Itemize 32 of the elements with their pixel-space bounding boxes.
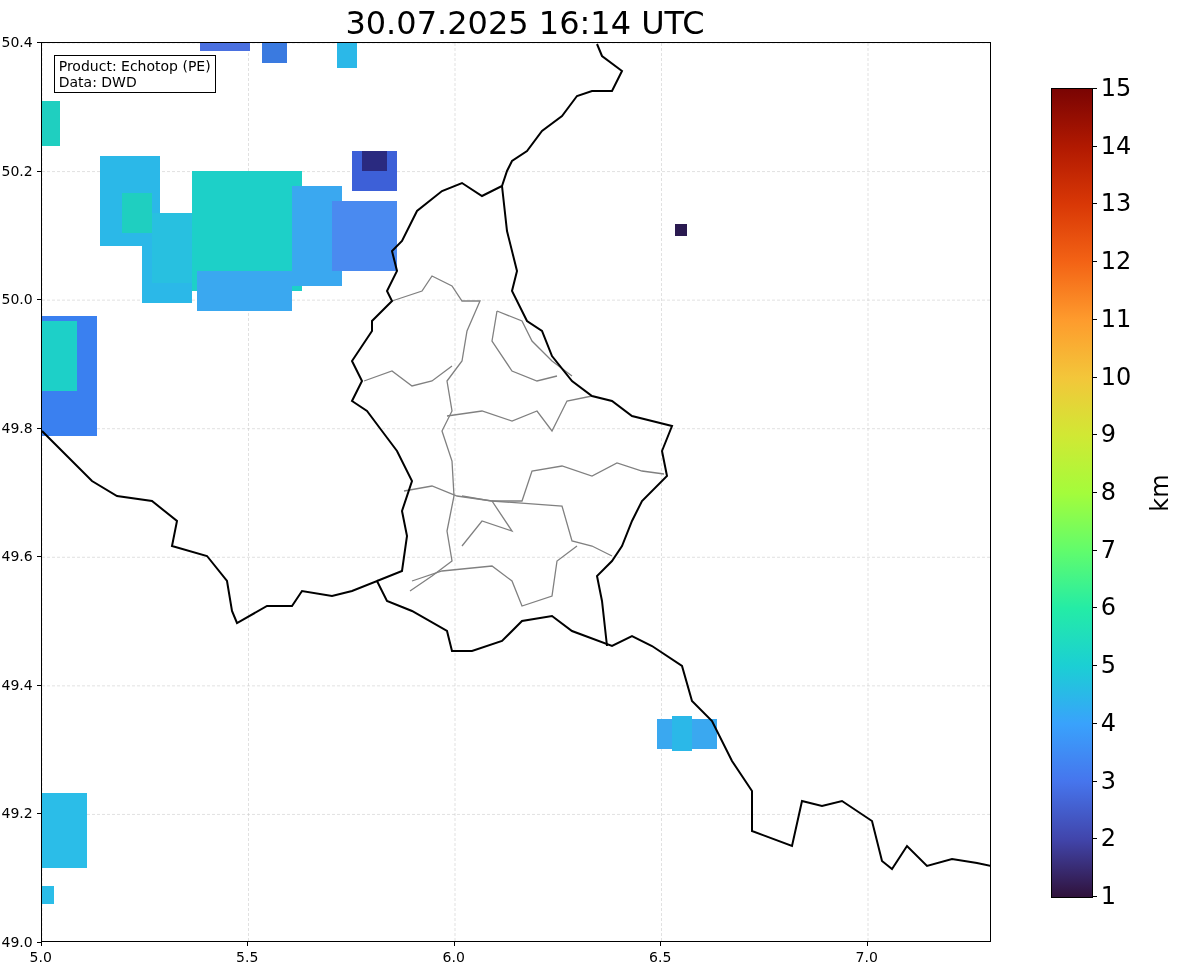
colorbar-tick-label: 15 [1100, 75, 1132, 101]
colorbar-tick-label: 11 [1100, 305, 1132, 332]
longitude-tick-label: 5.0 [28, 949, 53, 965]
colorbar-tick-label: 4 [1100, 709, 1116, 736]
colorbar-tick-label: 5 [1100, 652, 1116, 679]
colorbar-tick-label: 12 [1100, 248, 1132, 275]
colorbar-tick-label: 14 [1100, 132, 1132, 159]
latitude-tick-label: 50.2 [1, 162, 33, 179]
latitude-tick-label: 49.8 [1, 419, 33, 436]
colorbar-tick-label: 1 [1100, 883, 1116, 909]
colorbar-tick-label: 10 [1100, 363, 1132, 390]
info-text: Product: Echotop (PE) [58, 58, 211, 74]
longitude-tick-label: 6.5 [648, 949, 673, 965]
colorbar-tick-label: 2 [1100, 825, 1116, 852]
longitude-tick-label: 7.0 [854, 949, 879, 965]
colorbar-unit-label: km [1145, 474, 1174, 512]
chart-title: 30.07.2025 16:14 UTC [345, 3, 705, 39]
longitude-tick-label: 5.5 [235, 949, 260, 965]
colorbar-tick-label: 8 [1100, 479, 1116, 505]
latitude-tick-label: 49.6 [1, 548, 33, 565]
latitude-tick-label: 50.0 [1, 291, 33, 308]
info-text: Data: DWD [58, 74, 138, 90]
latitude-tick-label: 49.4 [1, 676, 33, 693]
longitude-tick-label: 6.0 [441, 949, 466, 965]
colorbar-tick-label: 3 [1100, 767, 1116, 794]
colorbar-tick-label: 7 [1100, 536, 1116, 563]
colorbar-tick-label: 9 [1100, 421, 1116, 448]
colorbar-tick-label: 13 [1100, 190, 1132, 217]
latitude-tick-label: 50.4 [1, 34, 33, 50]
latitude-tick-label: 49.0 [1, 934, 33, 950]
colorbar-tick-label: 6 [1100, 594, 1116, 621]
latitude-tick-label: 49.2 [1, 805, 33, 822]
